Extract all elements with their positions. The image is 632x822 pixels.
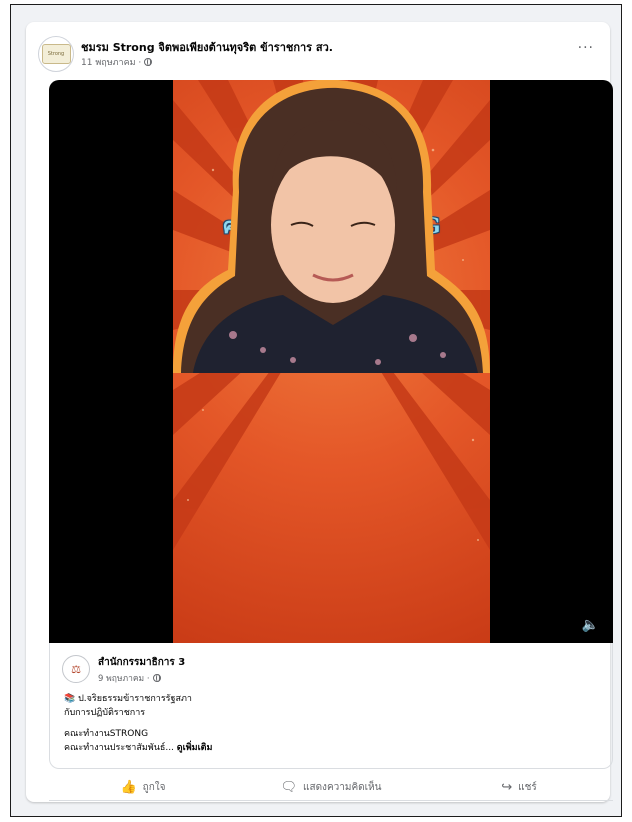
- shared-page-avatar[interactable]: ⚖: [62, 655, 90, 683]
- share-button[interactable]: ↪ แชร์: [425, 774, 613, 800]
- volume-icon[interactable]: 🔈: [582, 617, 599, 633]
- shared-page-name[interactable]: สำนักกรรมาธิการ 3: [98, 655, 185, 670]
- like-label: ถูกใจ: [142, 781, 166, 793]
- shared-text-line4-body: คณะทำงานประชาสัมพันธ์...: [64, 743, 174, 753]
- action-bar: 👍 ถูกใจ 🗨 แสดงความคิดเห็น ↪ แชร์: [49, 774, 613, 801]
- post-time[interactable]: 11 พฤษภาคม ·: [81, 55, 141, 69]
- shared-post-meta: 9 พฤษภาคม ·: [98, 671, 161, 685]
- comment-label: แสดงความคิดเห็น: [303, 781, 382, 793]
- shared-text-line2: กับการปฏิบัติราชการ: [64, 708, 146, 718]
- post-card: Strong ชมรม Strong จิตพอเพียงต้านทุจริต …: [26, 22, 613, 802]
- page-avatar[interactable]: Strong: [38, 36, 74, 72]
- comment-button[interactable]: 🗨 แสดงความคิดเห็น: [237, 774, 425, 800]
- shared-post[interactable]: ⚖ สำนักกรรมาธิการ 3 9 พฤษภาคม · 📚 ป.จริย…: [49, 643, 613, 769]
- shared-post-time[interactable]: 9 พฤษภาคม ·: [98, 671, 150, 685]
- page-avatar-logo: Strong: [41, 44, 71, 64]
- thumbs-up-icon: 👍: [120, 779, 137, 795]
- comment-bubble-icon: 🗨: [280, 779, 298, 795]
- shared-text-line1: 📚 ป.จริยธรรมข้าราชการรัฐสภา: [64, 694, 192, 704]
- see-more-link[interactable]: ดูเพิ่มเติม: [177, 743, 213, 753]
- globe-icon: [144, 58, 153, 66]
- presenter-figure: [173, 80, 490, 373]
- post-header: Strong ชมรม Strong จิตพอเพียงต้านทุจริต …: [36, 34, 600, 74]
- share-label: แชร์: [518, 781, 537, 793]
- post-meta: 11 พฤษภาคม ·: [81, 55, 153, 69]
- shared-text-line4: คณะทำงานประชาสัมพันธ์... ดูเพิ่มเติม: [64, 740, 212, 754]
- share-arrow-icon: ↪: [501, 779, 513, 795]
- video-frame[interactable]: สำนักกรรมาธิการ 3 คณะทำงาน STRONG สำนักก…: [173, 80, 490, 643]
- shared-text-line3: คณะทำงานSTRONG: [64, 729, 149, 739]
- video-player[interactable]: สำนักกรรมาธิการ 3 คณะทำงาน STRONG สำนักก…: [49, 80, 613, 643]
- more-options-button[interactable]: ···: [578, 40, 594, 56]
- screenshot-frame: Strong ชมรม Strong จิตพอเพียงต้านทุจริต …: [10, 4, 622, 817]
- globe-icon: [152, 674, 161, 682]
- like-button[interactable]: 👍 ถูกใจ: [49, 774, 237, 800]
- page-name[interactable]: ชมรม Strong จิตพอเพียงต้านทุจริต ข้าราชก…: [81, 38, 333, 56]
